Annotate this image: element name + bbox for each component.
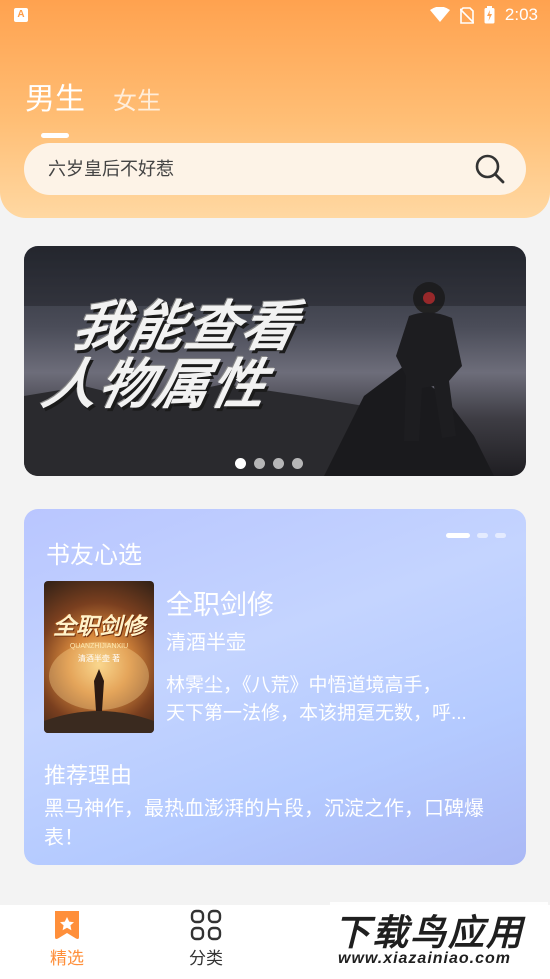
indicator (495, 533, 506, 538)
book-description-line: 林霁尘，《八荒》中悟道境高手， (166, 675, 442, 696)
banner-dot[interactable] (273, 458, 284, 469)
indicator-active (446, 533, 470, 538)
promo-banner[interactable]: 我能查看 人物属性 (24, 246, 526, 476)
cover-title: 全职剑修 (53, 613, 145, 639)
book-description: 林霁尘，《八荒》中悟道境高手， 天下第一法修，本该拥趸无数，呼... (166, 672, 512, 728)
wifi-icon (429, 7, 450, 23)
search-input[interactable] (48, 143, 448, 195)
card-title: 书友心选 (46, 542, 142, 569)
book-author: 清酒半壶 (166, 632, 246, 654)
gender-tabs: 男生 女生 (25, 74, 161, 138)
watermark-main: 下载鸟应用 (334, 912, 525, 953)
book-title[interactable]: 全职剑修 (166, 583, 274, 622)
book-cover[interactable]: 全职剑修 QUANZHIJIANXIU 清酒半壶 著 (44, 581, 154, 733)
tab-male[interactable]: 男生 (25, 74, 85, 138)
banner-title: 我能查看 人物属性 (37, 297, 305, 415)
search-icon[interactable] (474, 153, 506, 190)
bookmark-star-icon (55, 911, 79, 939)
banner-dot[interactable] (235, 458, 246, 469)
reader-pick-card[interactable]: 书友心选 全职剑修 QUANZHIJIANXIU 清酒半壶 著 全职剑修 清酒半… (24, 509, 526, 865)
status-bar: A 2:03 (0, 0, 550, 32)
status-right-group: 2:03 (429, 5, 538, 25)
reason-text: 黑马神作，最热血澎湃的片段，沉淀之作，口碑爆表！ (44, 798, 484, 849)
banner-title-line2: 人物属性 (37, 355, 275, 415)
banner-title-line1: 我能查看 (67, 297, 305, 357)
site-watermark: 下载鸟应用 www.xiazainiao.com (330, 902, 548, 974)
reason-heading: 推荐理由 (44, 763, 133, 788)
card-page-indicator (446, 533, 506, 538)
nav-item-category[interactable]: 分类 (161, 909, 251, 969)
watermark-url: www.xiazainiao.com (338, 950, 512, 967)
search-bar[interactable] (24, 143, 526, 195)
banner-dot[interactable] (292, 458, 303, 469)
nav-label: 分类 (189, 949, 223, 968)
banner-pagination (235, 458, 303, 469)
indicator (477, 533, 488, 538)
no-sim-icon (459, 6, 474, 24)
nav-item-featured[interactable]: 精选 (22, 909, 112, 969)
book-description-line: 天下第一法修，本该拥趸无数，呼... (166, 703, 467, 724)
cover-subtitle: QUANZHIJIANXIU (69, 643, 129, 650)
status-time: 2:03 (504, 5, 538, 24)
app-notification-icon: A (14, 8, 28, 22)
banner-dot[interactable] (254, 458, 265, 469)
top-header: A 2:03 男生 女生 (0, 0, 550, 218)
tab-female[interactable]: 女生 (113, 81, 161, 118)
battery-charging-icon (484, 6, 495, 24)
nav-label: 精选 (50, 949, 84, 968)
grid-icon (190, 909, 222, 941)
cover-author: 清酒半壶 著 (77, 654, 121, 663)
